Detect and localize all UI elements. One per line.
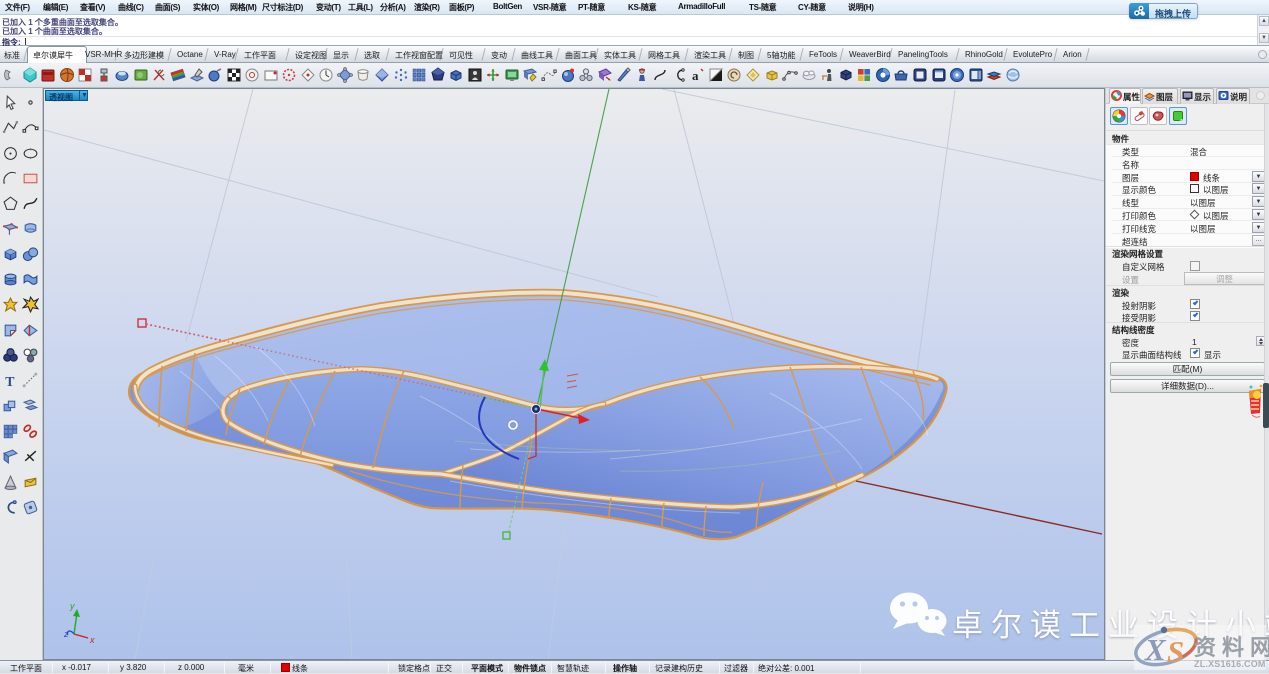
svg-text:X: X [1144,632,1167,667]
svg-text:y: y [69,601,75,611]
svg-text:T: T [5,374,14,389]
svg-text:ZL.XS1616.COM: ZL.XS1616.COM [1194,659,1266,669]
svg-text:x: x [89,635,95,645]
svg-text:z: z [63,629,69,639]
svg-text:S: S [1167,634,1184,669]
svg-text:a: a [692,68,699,83]
svg-text:资料网: 资料网 [1194,635,1269,660]
